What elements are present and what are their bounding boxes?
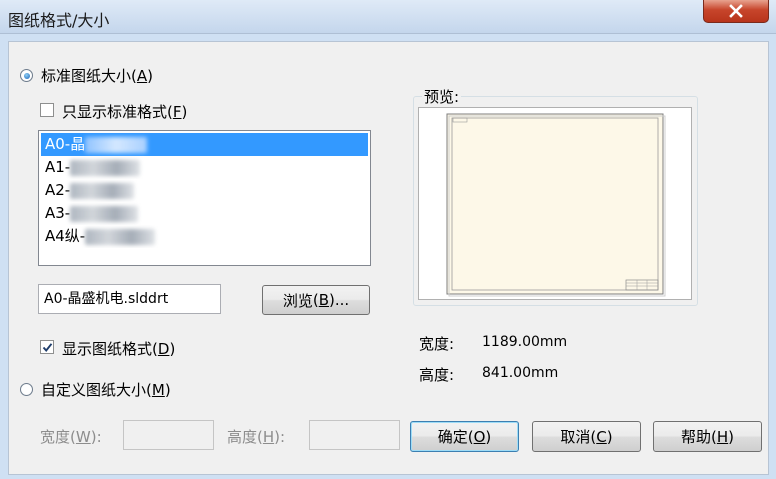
custom-width-mnemonic: W	[75, 428, 91, 446]
custom-width-text: 宽度	[40, 428, 71, 446]
ok-button[interactable]: 确定(O)	[410, 421, 519, 452]
custom-width-field[interactable]	[123, 420, 214, 450]
preview-title: 预览:	[422, 86, 462, 107]
list-item[interactable]: A4纵-	[41, 225, 368, 248]
checkmark-icon	[42, 342, 52, 352]
standard-size-text: 标准图纸大小	[41, 67, 132, 85]
browse-button-ellipsis: ...	[334, 291, 350, 309]
redacted-text	[70, 182, 135, 199]
list-item-text: A1-	[45, 158, 71, 176]
close-icon	[729, 4, 743, 18]
browse-button-mnemonic: B	[318, 291, 329, 309]
custom-height-label: 高度(H):	[227, 428, 286, 446]
list-item[interactable]: A1-	[41, 156, 368, 179]
browse-button[interactable]: 浏览(B)...	[262, 285, 370, 315]
only-standard-text: 只显示标准格式	[62, 103, 168, 121]
ok-button-mnemonic: O	[473, 427, 486, 446]
sheet-format-list[interactable]: A0-晶 A1- A2- A3- A4纵-	[38, 130, 371, 266]
only-standard-mnemonic: F	[172, 103, 182, 121]
custom-size-label[interactable]: 自定义图纸大小(M)	[41, 379, 171, 400]
show-format-checkbox[interactable]	[40, 340, 54, 354]
preview-canvas	[418, 107, 692, 300]
standard-size-label[interactable]: 标准图纸大小(A)	[41, 65, 153, 86]
custom-size-text: 自定义图纸大小	[41, 381, 147, 399]
custom-height-text: 高度	[227, 428, 258, 446]
help-button-mnemonic: H	[716, 427, 729, 446]
standard-size-radio[interactable]	[20, 69, 33, 82]
custom-width-label: 宽度(W):	[40, 428, 102, 446]
help-button[interactable]: 帮助(H)	[653, 421, 762, 452]
cancel-button[interactable]: 取消(C)	[532, 421, 641, 452]
sheet-height-label: 高度:	[419, 366, 455, 384]
list-item-text: A0-晶	[45, 135, 86, 153]
redacted-text	[70, 205, 139, 222]
cancel-button-text: 取消	[560, 428, 591, 446]
list-item[interactable]: A0-晶	[41, 133, 368, 156]
window-title: 图纸格式/大小	[8, 11, 110, 30]
ok-button-text: 确定	[437, 428, 468, 446]
list-item[interactable]: A2-	[41, 179, 368, 202]
custom-size-radio[interactable]	[20, 383, 33, 396]
show-format-mnemonic: D	[157, 340, 170, 358]
sheet-width-label: 宽度:	[419, 335, 455, 353]
sheet-width-value: 1189.00mm	[482, 334, 568, 350]
list-item[interactable]: A3-	[41, 202, 368, 225]
format-file-field[interactable]: A0-晶盛机电.slddrt	[38, 284, 221, 314]
list-item-text: A4纵-	[45, 227, 86, 245]
redacted-text	[70, 159, 141, 176]
custom-height-colon: :	[280, 428, 286, 446]
custom-size-mnemonic: M	[151, 381, 165, 399]
custom-width-colon: :	[96, 428, 102, 446]
only-standard-checkbox[interactable]	[40, 103, 54, 117]
redacted-text	[85, 228, 156, 245]
standard-size-mnemonic: A	[136, 67, 148, 85]
help-button-text: 帮助	[680, 428, 711, 446]
list-item-text: A2-	[45, 181, 71, 199]
redacted-text	[85, 136, 148, 153]
close-button[interactable]	[703, 0, 769, 23]
list-item-text: A3-	[45, 204, 71, 222]
title-bar: 图纸格式/大小	[0, 0, 776, 34]
browse-button-text: 浏览	[282, 291, 313, 310]
radio-selected-dot	[23, 72, 30, 79]
sheet-preview-image	[446, 113, 666, 297]
cancel-button-mnemonic: C	[596, 427, 607, 446]
show-format-label[interactable]: 显示图纸格式(D)	[62, 338, 175, 359]
only-standard-label[interactable]: 只显示标准格式(F)	[62, 101, 187, 122]
custom-height-mnemonic: H	[262, 428, 275, 446]
custom-height-field[interactable]	[309, 420, 400, 450]
sheet-height-value: 841.00mm	[482, 365, 559, 381]
show-format-text: 显示图纸格式	[62, 340, 153, 358]
